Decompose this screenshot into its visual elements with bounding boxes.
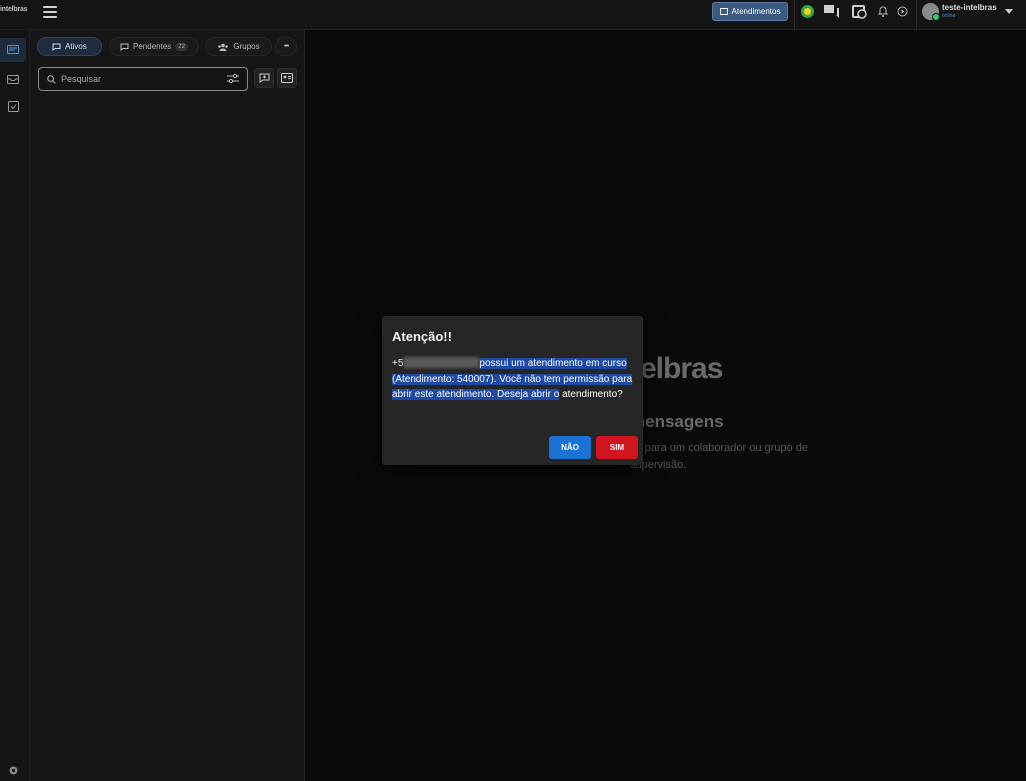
divider: [916, 0, 917, 30]
tab-pendentes[interactable]: Pendentes 22: [109, 37, 199, 56]
filter-sliders-icon: [227, 74, 239, 84]
dialog-message: +5 possui um atendimento em curso (Atendi…: [392, 356, 636, 403]
contact-card-button[interactable]: [277, 68, 297, 88]
calendar-clock-icon[interactable]: [851, 4, 867, 19]
contact-card-icon: [281, 73, 293, 83]
tab-label: Pendentes: [133, 42, 172, 51]
group-icon: [218, 43, 229, 51]
more-options-button[interactable]: •••: [275, 37, 297, 56]
rail-item-chats[interactable]: [0, 38, 26, 62]
message-tail: atendimento?: [562, 389, 623, 400]
chat-bubble-icon: [120, 43, 129, 51]
brand-logo: intelbras: [0, 6, 28, 13]
left-rail: [0, 30, 30, 781]
avatar[interactable]: [922, 3, 940, 21]
play-circle-icon[interactable]: [896, 4, 908, 18]
phone-prefix: +5: [392, 358, 404, 369]
no-button[interactable]: NÃO: [549, 436, 591, 459]
redacted-phone: [403, 357, 480, 368]
new-chat-button[interactable]: [254, 68, 274, 88]
rail-item-inbox[interactable]: [0, 66, 26, 90]
tab-grupos[interactable]: Grupos: [205, 37, 272, 56]
search-icon: [47, 74, 56, 84]
chevron-down-icon[interactable]: [1005, 9, 1013, 14]
atendimentos-button[interactable]: Atendimentos: [712, 2, 788, 21]
messages-icon[interactable]: [823, 4, 839, 18]
language-flag-icon[interactable]: [800, 4, 814, 18]
search-box: [38, 67, 248, 91]
chat-icon: [719, 8, 728, 15]
dialog-title: Atenção!!: [392, 329, 452, 344]
menu-icon[interactable]: [43, 6, 57, 18]
search-input[interactable]: [61, 74, 221, 84]
clipboard-check-icon: [7, 101, 19, 112]
user-status: online: [942, 13, 956, 19]
chat-bubble-icon: [52, 43, 61, 51]
tab-label: Ativos: [65, 42, 87, 51]
tab-ativos[interactable]: Ativos: [37, 37, 102, 56]
yes-button[interactable]: SIM: [596, 436, 638, 459]
main-brand-logo: elbras: [640, 352, 723, 385]
pending-count-badge: 22: [175, 42, 188, 51]
attention-dialog: Atenção!! +5 possui um atendimento em cur…: [382, 316, 643, 465]
rail-item-tasks[interactable]: [0, 94, 26, 118]
add-chat-icon: [259, 73, 269, 83]
atendimentos-label: Atendimentos: [731, 7, 781, 16]
tab-label: Grupos: [233, 42, 260, 51]
empty-state-title: mensagens: [630, 412, 724, 431]
chat-icon: [7, 44, 19, 54]
inbox-icon: [7, 74, 19, 84]
divider: [794, 0, 795, 30]
conversations-panel: Ativos Pendentes 22 Grupos •••: [30, 30, 305, 781]
user-name[interactable]: teste-intelbras: [942, 3, 997, 12]
empty-state-subtitle: ns para um colaborador ou grupo de super…: [630, 442, 808, 471]
gear-icon: [9, 766, 17, 774]
bell-icon[interactable]: [877, 4, 889, 18]
rail-item-settings[interactable]: [0, 758, 26, 781]
top-bar: intelbras Atendimentos teste-intelbras o…: [0, 0, 1026, 30]
